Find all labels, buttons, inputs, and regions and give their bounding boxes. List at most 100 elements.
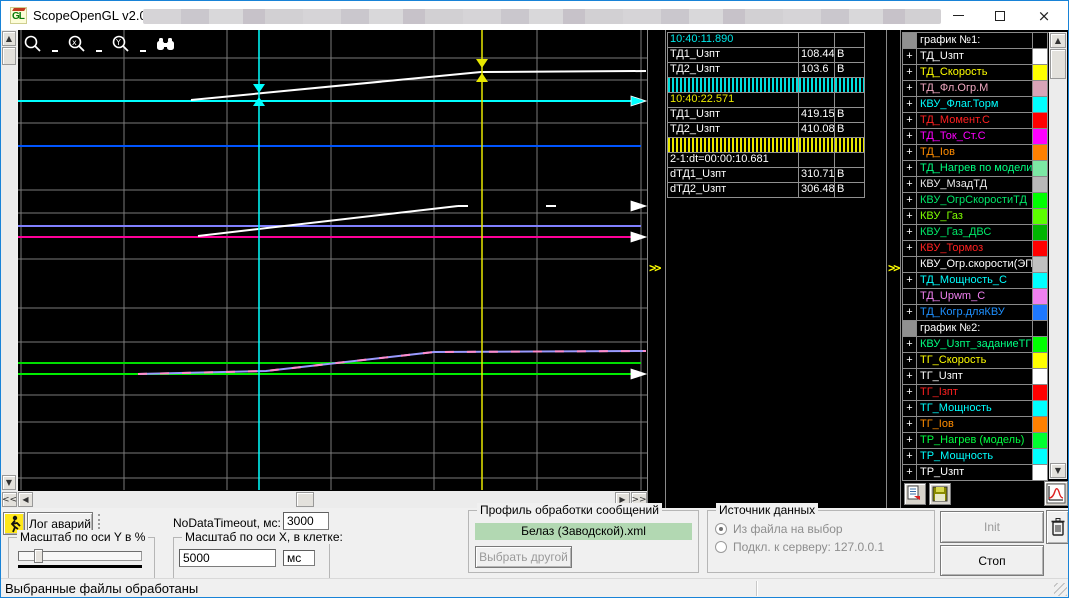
signal-name[interactable]: КВУ_ОгрСкоростиТД bbox=[917, 193, 1033, 209]
signal-name[interactable]: ТД_Фл.Огр.М bbox=[917, 81, 1033, 97]
zoom-icon[interactable] bbox=[23, 34, 43, 54]
chart-settings-button[interactable] bbox=[1044, 481, 1068, 506]
splitter-expand-icon[interactable]: >> bbox=[649, 261, 662, 275]
expand-icon[interactable]: + bbox=[903, 465, 917, 481]
expand-icon[interactable]: + bbox=[903, 65, 917, 81]
scale-x-input[interactable] bbox=[179, 549, 276, 567]
vertical-scroll-thumb[interactable] bbox=[2, 47, 16, 65]
signal-color-swatch[interactable] bbox=[1033, 241, 1048, 257]
expand-icon[interactable]: + bbox=[903, 161, 917, 177]
signal-color-swatch[interactable] bbox=[1033, 65, 1048, 81]
signal-name[interactable]: КВУ_Огр.скорости(ЭП bbox=[917, 257, 1033, 273]
signal-color-swatch[interactable] bbox=[1033, 305, 1048, 321]
list-scroll-thumb[interactable] bbox=[1050, 49, 1066, 79]
signal-name[interactable]: ТД_Когр.дляКВУ bbox=[917, 305, 1033, 321]
signal-row[interactable]: + КВУ_Газ bbox=[903, 209, 1049, 225]
signal-name[interactable]: ТГ_Iов bbox=[917, 417, 1033, 433]
signal-row[interactable]: + ТГ_Uзпт bbox=[903, 369, 1049, 385]
plot-measure-splitter[interactable]: >> bbox=[647, 30, 666, 508]
signal-list-scrollbar[interactable]: ▲ ▼ bbox=[1049, 32, 1067, 479]
expand-icon[interactable] bbox=[903, 257, 917, 273]
find-icon[interactable] bbox=[155, 34, 177, 54]
choose-other-button[interactable]: Выбрать другой bbox=[475, 546, 572, 568]
signal-row[interactable]: + КВУ_Uзпт_заданиеТГ bbox=[903, 337, 1049, 353]
signal-color-swatch[interactable] bbox=[1033, 161, 1048, 177]
signal-name[interactable]: ТД_Iов bbox=[917, 145, 1033, 161]
export-report-button[interactable] bbox=[904, 483, 926, 505]
signal-color-swatch[interactable] bbox=[1033, 97, 1048, 113]
signal-row[interactable]: + ТД_Мощность_С bbox=[903, 273, 1049, 289]
expand-icon[interactable]: + bbox=[903, 97, 917, 113]
plot-vertical-scrollbar[interactable]: ▲ ▼ bbox=[1, 30, 17, 491]
save-button[interactable] bbox=[929, 483, 951, 505]
signal-color-swatch[interactable] bbox=[1033, 289, 1048, 305]
expand-icon[interactable]: + bbox=[903, 225, 917, 241]
expand-icon[interactable]: + bbox=[903, 81, 917, 97]
signal-row[interactable]: + КВУ_Тормоз bbox=[903, 241, 1049, 257]
signal-color-swatch[interactable] bbox=[1033, 401, 1048, 417]
signal-name[interactable]: КВУ_Газ_ДВС bbox=[917, 225, 1033, 241]
expand-icon[interactable]: + bbox=[903, 177, 917, 193]
signal-row[interactable]: + ТГ_Iзпт bbox=[903, 385, 1049, 401]
signal-name[interactable]: КВУ_Газ bbox=[917, 209, 1033, 225]
signal-name[interactable]: ТД_Скорость bbox=[917, 65, 1033, 81]
signal-row[interactable]: + ТР_Мощность bbox=[903, 449, 1049, 465]
scroll-down-button[interactable]: ▼ bbox=[1050, 463, 1066, 478]
signal-row[interactable]: + ТГ_Скорость bbox=[903, 353, 1049, 369]
signal-color-swatch[interactable] bbox=[1033, 417, 1048, 433]
close-button[interactable]: × bbox=[1028, 1, 1060, 30]
scale-x-unit-input[interactable] bbox=[283, 550, 315, 566]
signal-name[interactable]: КВУ_Uзпт_заданиеТГ bbox=[917, 337, 1033, 353]
signal-color-swatch[interactable] bbox=[1033, 177, 1048, 193]
signal-row[interactable]: + ТГ_Iов bbox=[903, 417, 1049, 433]
signal-color-swatch[interactable] bbox=[1033, 369, 1048, 385]
measure-signals-splitter[interactable]: >> bbox=[886, 30, 901, 508]
plot-canvas[interactable] bbox=[18, 30, 647, 491]
signal-name[interactable]: ТД_Нагрев по модели bbox=[917, 161, 1033, 177]
signal-name[interactable]: ТГ_Iзпт bbox=[917, 385, 1033, 401]
expand-icon[interactable]: + bbox=[903, 417, 917, 433]
expand-icon[interactable]: + bbox=[903, 129, 917, 145]
expand-icon[interactable] bbox=[903, 289, 917, 305]
expand-icon[interactable]: + bbox=[903, 433, 917, 449]
expand-icon[interactable]: + bbox=[903, 209, 917, 225]
signal-color-swatch[interactable] bbox=[1033, 49, 1048, 65]
zoom-x-icon[interactable]: x bbox=[67, 34, 87, 54]
signal-row[interactable]: + ТД_Фл.Огр.М bbox=[903, 81, 1049, 97]
signal-name[interactable]: ТД_Upwm_С bbox=[917, 289, 1033, 305]
signal-name[interactable]: КВУ_МзадТД bbox=[917, 177, 1033, 193]
horizontal-scroll-thumb[interactable] bbox=[296, 492, 314, 507]
init-button[interactable]: Init bbox=[940, 511, 1044, 543]
signal-color-swatch[interactable] bbox=[1033, 353, 1048, 369]
signal-color-swatch[interactable] bbox=[1033, 209, 1048, 225]
expand-icon[interactable]: + bbox=[903, 241, 917, 257]
expand-icon[interactable]: + bbox=[903, 449, 917, 465]
signal-color-swatch[interactable] bbox=[1033, 465, 1048, 481]
stop-button[interactable]: Стоп bbox=[940, 545, 1044, 576]
signal-row[interactable]: + КВУ_ОгрСкоростиТД bbox=[903, 193, 1049, 209]
minimize-button[interactable] bbox=[942, 1, 974, 30]
signal-row[interactable]: + ТГ_Мощность bbox=[903, 401, 1049, 417]
maximize-button[interactable] bbox=[984, 1, 1016, 30]
signal-row[interactable]: + ТД_Когр.дляКВУ bbox=[903, 305, 1049, 321]
signal-name[interactable]: ТР_Мощность bbox=[917, 449, 1033, 465]
source-file-radio[interactable]: Из файла на выбор bbox=[715, 522, 843, 536]
splitter-expand-icon[interactable]: >> bbox=[888, 261, 901, 275]
expand-icon[interactable]: + bbox=[903, 113, 917, 129]
signal-name[interactable]: КВУ_Тормоз bbox=[917, 241, 1033, 257]
signal-name[interactable]: ТД_Ток_Ст.С bbox=[917, 129, 1033, 145]
page-left-button[interactable]: << bbox=[2, 492, 17, 507]
signal-row[interactable]: + ТД_Ток_Ст.С bbox=[903, 129, 1049, 145]
scroll-left-button[interactable]: ◀ bbox=[18, 492, 33, 507]
scroll-down-button[interactable]: ▼ bbox=[2, 475, 16, 490]
signal-color-swatch[interactable] bbox=[1033, 113, 1048, 129]
signal-color-swatch[interactable] bbox=[1033, 449, 1048, 465]
signal-color-swatch[interactable] bbox=[1033, 129, 1048, 145]
signal-color-swatch[interactable] bbox=[1033, 273, 1048, 289]
expand-icon[interactable]: + bbox=[903, 305, 917, 321]
signal-row[interactable]: ТД_Upwm_С bbox=[903, 289, 1049, 305]
scale-y-slider-thumb[interactable] bbox=[34, 549, 43, 563]
signal-row[interactable]: + ТД_Момент.С bbox=[903, 113, 1049, 129]
expand-icon[interactable]: + bbox=[903, 193, 917, 209]
signal-color-swatch[interactable] bbox=[1033, 433, 1048, 449]
